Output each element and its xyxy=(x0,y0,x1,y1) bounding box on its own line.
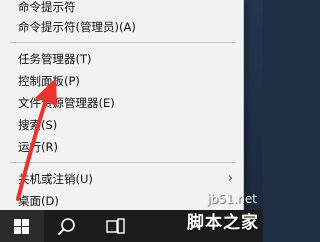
menu-item-label: 文件资源管理器(E) xyxy=(18,96,115,110)
menu-item-search[interactable]: 搜索(S) xyxy=(0,114,243,136)
windows-logo-icon xyxy=(14,219,29,234)
search-icon xyxy=(58,218,75,235)
watermark-site-text: jb51.net xyxy=(207,192,257,206)
task-view-icon xyxy=(106,218,125,234)
menu-item-task-manager[interactable]: 任务管理器(T) xyxy=(0,48,243,70)
menu-item-label: 命令提示符 xyxy=(18,0,76,14)
menu-item-label: 任务管理器(T) xyxy=(18,52,92,66)
menu-item-label: 运行(R) xyxy=(18,140,58,154)
search-button[interactable] xyxy=(56,216,78,238)
menu-item-label: 控制面板(P) xyxy=(18,74,80,88)
menu-item-control-panel[interactable]: 控制面板(P) xyxy=(0,70,243,92)
menu-item-label: 桌面(D) xyxy=(18,194,59,208)
menu-item-label: 搜索(S) xyxy=(18,118,58,132)
menu-item-command-prompt-admin[interactable]: 命令提示符(管理员)(A) xyxy=(0,16,243,38)
menu-item-shutdown-signout[interactable]: 关机或注销(U) › xyxy=(0,168,243,190)
winx-context-menu: 命令提示符 命令提示符(管理员)(A) 任务管理器(T) 控制面板(P) 文件资… xyxy=(0,0,244,211)
menu-item-label: 命令提示符(管理员)(A) xyxy=(18,20,136,34)
menu-item-file-explorer[interactable]: 文件资源管理器(E) xyxy=(0,92,243,114)
start-button[interactable] xyxy=(0,210,44,242)
menu-separator xyxy=(10,162,236,163)
menu-item-run[interactable]: 运行(R) xyxy=(0,136,243,158)
task-view-button[interactable] xyxy=(104,218,126,236)
chevron-right-icon: › xyxy=(227,171,233,186)
site-watermark: jb51.net 脚本之家 xyxy=(178,188,263,242)
menu-separator xyxy=(10,42,236,43)
watermark-brand-text: 脚本之家 xyxy=(187,213,259,233)
menu-item-label: 关机或注销(U) xyxy=(18,172,93,186)
